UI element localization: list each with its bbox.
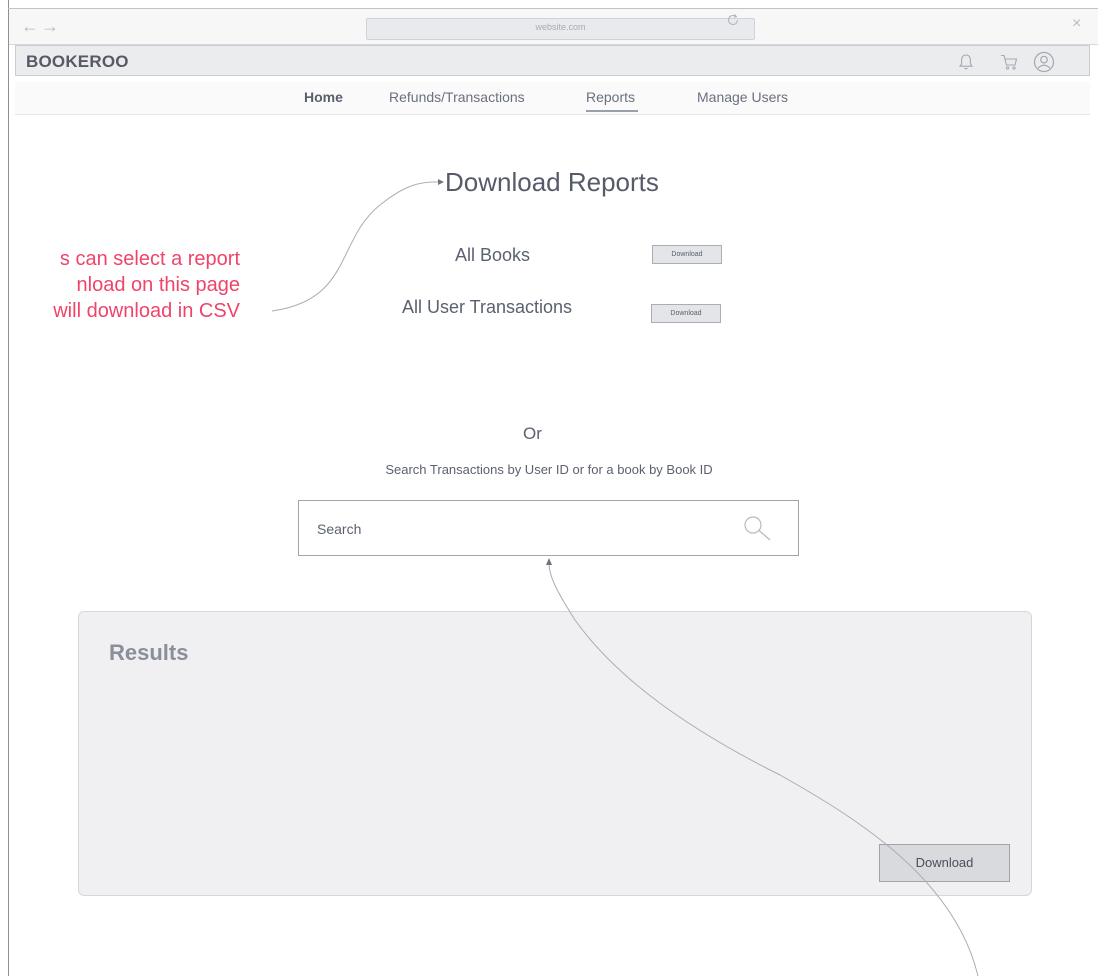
main-nav — [15, 82, 1090, 115]
connector-arrowhead — [438, 179, 444, 185]
search-icon[interactable] — [740, 513, 774, 543]
bell-icon[interactable] — [956, 52, 976, 72]
back-arrow-icon[interactable]: ← — [21, 16, 39, 37]
browser-toolbar: ← → website.com × — [9, 9, 1098, 45]
frame-left-border — [8, 0, 9, 976]
annotation-connector-title — [271, 181, 443, 312]
close-window-icon[interactable]: × — [1072, 15, 1081, 33]
app-header: BOOKEROO — [15, 45, 1090, 76]
results-title: Results — [109, 640, 189, 665]
address-bar[interactable]: website.com — [366, 18, 755, 40]
search-field[interactable] — [298, 500, 799, 556]
download-all-user-transactions-button[interactable]: Download — [651, 304, 721, 323]
results-download-button[interactable]: Download — [879, 844, 1010, 882]
search-input[interactable] — [317, 521, 717, 537]
page-title: Download Reports — [445, 167, 659, 197]
connector-arrowhead — [546, 558, 552, 565]
download-all-books-button[interactable]: Download — [652, 245, 722, 264]
reload-icon[interactable] — [726, 13, 740, 27]
results-panel: Results Download — [78, 611, 1032, 896]
cart-icon[interactable] — [999, 52, 1019, 72]
nav-refunds-transactions[interactable]: Refunds/Transactions — [389, 89, 525, 105]
url-text: website.com — [535, 22, 586, 32]
annotation-line: s can select a report — [59, 248, 240, 270]
search-hint-text: Search Transactions by User ID or for a … — [385, 462, 713, 477]
annotation-line: will download in CSV — [53, 300, 240, 322]
report-label-all-books: All Books — [455, 245, 531, 265]
brand-logo[interactable]: BOOKEROO — [26, 52, 129, 72]
nav-home[interactable]: Home — [304, 89, 343, 105]
forward-arrow-icon[interactable]: → — [41, 16, 59, 37]
or-divider-text: Or — [523, 424, 542, 443]
designer-annotation: s can select a report nload on this page… — [0, 246, 240, 324]
annotation-line: nload on this page — [76, 274, 240, 296]
nav-manage-users[interactable]: Manage Users — [697, 89, 788, 105]
nav-reports[interactable]: Reports — [586, 89, 635, 105]
active-tab-indicator — [586, 110, 638, 112]
report-label-all-user-transactions: All User Transactions — [402, 297, 573, 317]
user-avatar-icon[interactable] — [1033, 51, 1055, 73]
